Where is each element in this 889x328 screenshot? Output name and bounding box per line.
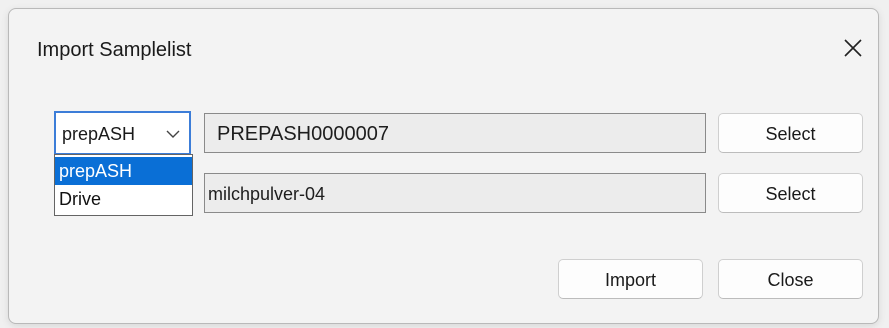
select-button-row1-label: Select <box>765 124 816 144</box>
import-samplelist-dialog: Import Samplelist PREPASH0000007 Select … <box>8 8 879 324</box>
samplelist-id-value: PREPASH0000007 <box>217 123 389 145</box>
samplelist-id-field[interactable]: PREPASH0000007 <box>204 113 706 153</box>
import-button[interactable]: Import <box>558 259 703 299</box>
import-button-label: Import <box>604 270 656 290</box>
select-button-row2-label: Select <box>765 184 816 204</box>
select-button-row1[interactable]: Select <box>718 113 863 153</box>
source-option-drive[interactable]: Drive <box>55 185 192 213</box>
source-select-value: prepASH <box>62 124 136 144</box>
close-button[interactable]: Close <box>718 259 863 299</box>
chevron-down-icon <box>166 130 180 138</box>
select-button-row2[interactable]: Select <box>718 173 863 213</box>
dialog-title: Import Samplelist <box>37 39 192 61</box>
source-dropdown-list: prepASH Drive <box>54 154 193 216</box>
source-select[interactable]: prepASH <box>54 111 191 155</box>
samplelist-path-field[interactable]: milchpulver-04 <box>204 173 706 213</box>
source-option-prepash[interactable]: prepASH <box>55 157 192 185</box>
samplelist-path-value: milchpulver-04 <box>208 184 326 204</box>
close-button-label: Close <box>767 270 814 290</box>
close-icon[interactable] <box>841 36 865 60</box>
